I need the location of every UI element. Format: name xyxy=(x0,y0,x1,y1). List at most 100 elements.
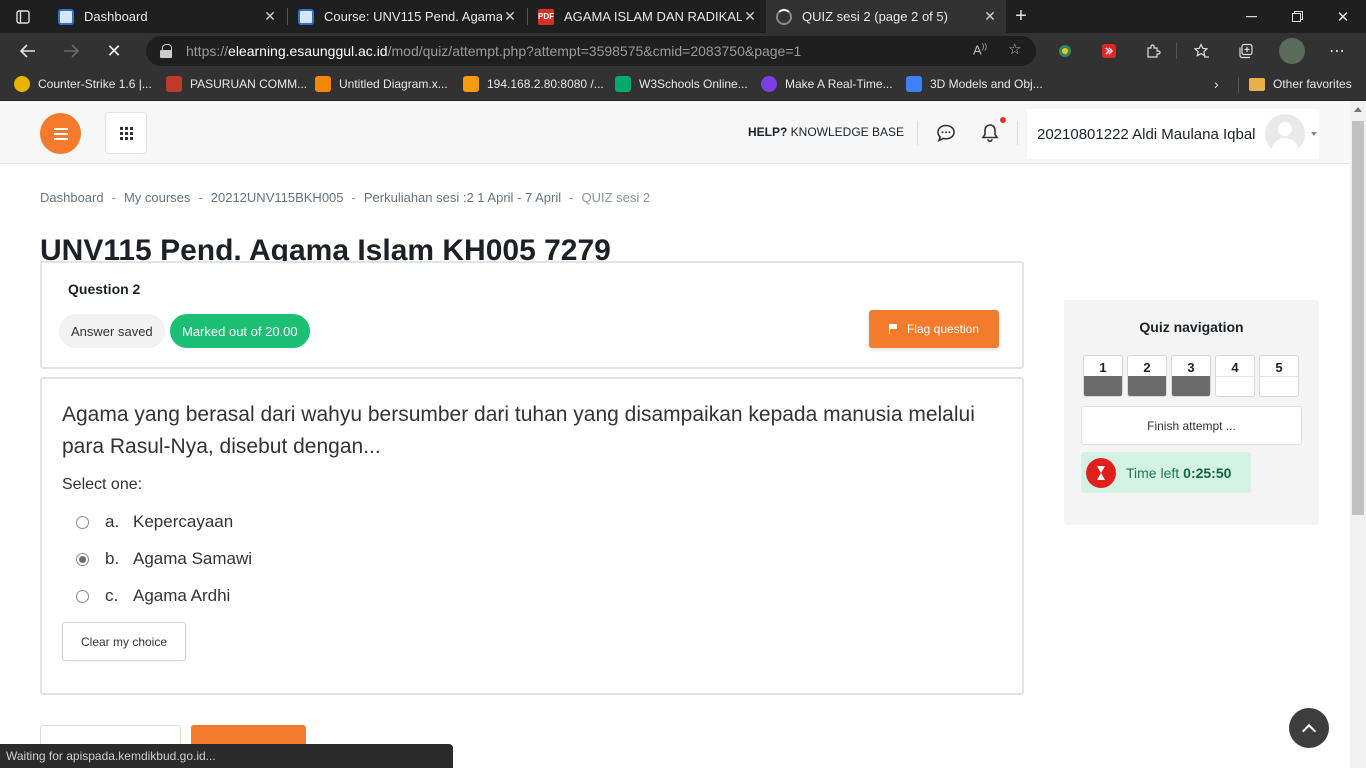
scrollbar-thumb[interactable] xyxy=(1352,121,1364,515)
radio-button-selected[interactable] xyxy=(76,552,89,566)
more-menu-icon[interactable]: ⋯ xyxy=(1325,39,1349,63)
tab-course[interactable]: Course: UNV115 Pend. Agama Isl ✕ xyxy=(288,0,526,33)
quiz-nav-question-1[interactable]: 1 xyxy=(1083,355,1123,397)
quiz-nav-question-3[interactable]: 3 xyxy=(1171,355,1211,397)
quiz-navigation-title: Quiz navigation xyxy=(1139,319,1244,335)
tab-title: Course: UNV115 Pend. Agama Isl xyxy=(324,9,502,24)
breadcrumb-section[interactable]: Perkuliahan sesi :2 1 April - 7 April xyxy=(364,190,561,205)
tab-pdf[interactable]: PDF AGAMA ISLAM DAN RADIKALISM ✕ xyxy=(528,0,766,33)
question-number: 5 xyxy=(1275,360,1283,375)
caret-down-icon xyxy=(1311,132,1317,136)
close-tab-icon[interactable]: ✕ xyxy=(502,8,518,25)
option-letter: a. xyxy=(105,512,120,531)
tab-dashboard[interactable]: Dashboard ✕ xyxy=(48,0,286,33)
close-tab-icon[interactable]: ✕ xyxy=(742,8,758,25)
bookmark-item[interactable]: Counter-Strike 1.6 |... xyxy=(14,69,152,99)
extension-red-icon[interactable] xyxy=(1097,39,1121,63)
notifications-bell-icon[interactable] xyxy=(980,123,1000,143)
bookmarks-bar: Counter-Strike 1.6 |... PASURUAN COMM...… xyxy=(0,69,1366,101)
tab-quiz-active[interactable]: QUIZ sesi 2 (page 2 of 5) ✕ xyxy=(766,0,1006,33)
question-info-box: Question 2 Answer saved Marked out of 20… xyxy=(40,261,1024,369)
quiz-nav-question-5[interactable]: 5 xyxy=(1259,355,1299,397)
option-label: Agama Ardhi xyxy=(133,586,231,605)
flag-question-button[interactable]: Flag question xyxy=(869,310,999,348)
question-number: Question 2 xyxy=(68,281,141,297)
question-text: Agama yang berasal dari wahyu bersumber … xyxy=(62,403,975,458)
back-to-top-button[interactable] xyxy=(1289,708,1329,748)
bookmark-item[interactable]: 3D Models and Obj... xyxy=(906,69,1043,99)
bookmark-item[interactable]: Untitled Diagram.x... xyxy=(315,69,448,99)
help-knowledge-base-link[interactable]: HELP? KNOWLEDGE BASE xyxy=(748,125,904,139)
flag-question-label: Flag question xyxy=(906,322,980,336)
messages-icon[interactable] xyxy=(936,123,956,143)
radio-button[interactable] xyxy=(76,515,89,529)
add-favorite-icon[interactable]: ☆ xyxy=(1008,40,1021,58)
quiz-nav-question-4[interactable]: 4 xyxy=(1215,355,1255,397)
bookmark-item[interactable]: W3Schools Online... xyxy=(615,69,748,99)
extensions-puzzle-icon[interactable] xyxy=(1141,39,1165,63)
question-number: 2 xyxy=(1143,360,1151,375)
question-number: 3 xyxy=(1187,360,1195,375)
unanswered-indicator xyxy=(1216,376,1254,377)
bookmark-favicon-icon xyxy=(14,76,30,92)
scroll-up-icon[interactable] xyxy=(1354,107,1362,112)
answer-option-c[interactable]: c. Agama Ardhi xyxy=(76,585,230,607)
new-tab-icon[interactable]: + xyxy=(998,0,1044,33)
lock-icon[interactable] xyxy=(160,44,172,58)
minimize-icon[interactable] xyxy=(1228,0,1274,33)
bookmark-item[interactable]: PASURUAN COMM... xyxy=(166,69,307,99)
answer-option-b[interactable]: b. Agama Samawi xyxy=(76,548,252,570)
back-icon[interactable] xyxy=(13,36,43,66)
restore-icon[interactable] xyxy=(1274,0,1320,33)
profile-avatar-icon[interactable] xyxy=(1279,38,1305,64)
tab-actions-icon[interactable] xyxy=(0,0,46,33)
close-tab-icon[interactable]: ✕ xyxy=(982,8,998,25)
grid-icon xyxy=(119,126,133,140)
bookmark-favicon-icon xyxy=(315,76,331,92)
bookmark-favicon-icon xyxy=(761,76,777,92)
address-bar[interactable]: https://elearning.esaunggul.ac.id/mod/qu… xyxy=(146,36,1036,66)
user-menu[interactable]: 20210801222 Aldi Maulana Iqbal xyxy=(1027,109,1319,159)
browser-status-text: Waiting for apispada.kemdikbud.go.id... xyxy=(0,744,453,768)
collections-icon[interactable] xyxy=(1234,39,1258,63)
other-favorites[interactable]: Other favorites xyxy=(1249,69,1352,99)
close-window-icon[interactable]: ✕ xyxy=(1320,0,1366,33)
answer-state-badge: Answer saved xyxy=(59,314,165,348)
tab-title: QUIZ sesi 2 (page 2 of 5) xyxy=(802,9,948,24)
breadcrumb-quiz[interactable]: QUIZ sesi 2 xyxy=(581,190,650,205)
grade-badge: Marked out of 20.00 xyxy=(170,314,310,348)
help-bold: HELP? xyxy=(748,125,788,139)
quiz-nav-question-2[interactable]: 2 xyxy=(1127,355,1167,397)
close-tab-icon[interactable]: ✕ xyxy=(262,8,278,25)
bookmark-label: PASURUAN COMM... xyxy=(190,77,308,91)
avatar xyxy=(1265,114,1305,154)
radio-button[interactable] xyxy=(76,589,89,603)
breadcrumb-course[interactable]: 20212UNV115BKH005 xyxy=(211,190,344,205)
stop-loading-icon[interactable]: ✕ xyxy=(99,36,129,66)
bookmark-item[interactable]: Make A Real-Time... xyxy=(761,69,893,99)
bookmark-favicon-icon xyxy=(615,76,631,92)
apps-grid-button[interactable] xyxy=(105,112,147,154)
read-aloud-icon[interactable]: A)) xyxy=(973,42,987,57)
favorites-icon[interactable] xyxy=(1190,39,1214,63)
extension-globe-icon[interactable] xyxy=(1053,39,1077,63)
bookmarks-overflow-icon[interactable]: › xyxy=(1214,69,1219,99)
answer-option-a[interactable]: a. Kepercayaan xyxy=(76,511,233,533)
breadcrumb-my-courses[interactable]: My courses xyxy=(124,190,190,205)
page-title: UNV115 Pend. Agama Islam KH005 7279 xyxy=(40,234,611,261)
finish-attempt-button[interactable]: Finish attempt ... xyxy=(1081,406,1302,445)
clear-my-choice-button[interactable]: Clear my choice xyxy=(62,622,186,661)
forward-icon[interactable] xyxy=(56,36,86,66)
breadcrumb-dashboard[interactable]: Dashboard xyxy=(40,190,104,205)
page-scrollbar[interactable] xyxy=(1350,101,1366,768)
browser-tab-bar: Dashboard ✕ Course: UNV115 Pend. Agama I… xyxy=(0,0,1366,33)
bookmark-label: Untitled Diagram.x... xyxy=(339,77,448,91)
quiz-timer: Time left 0:25:50 xyxy=(1081,452,1251,493)
help-rest: KNOWLEDGE BASE xyxy=(787,125,905,139)
other-favorites-label: Other favorites xyxy=(1273,77,1352,91)
bookmark-label: W3Schools Online... xyxy=(639,77,748,91)
url-path: /mod/quiz/attempt.php?attempt=3598575&cm… xyxy=(387,43,802,59)
time-left-value: 0:25:50 xyxy=(1183,464,1232,481)
drawer-toggle-button[interactable] xyxy=(40,113,81,154)
bookmark-item[interactable]: 194.168.2.80:8080 /... xyxy=(463,69,604,99)
